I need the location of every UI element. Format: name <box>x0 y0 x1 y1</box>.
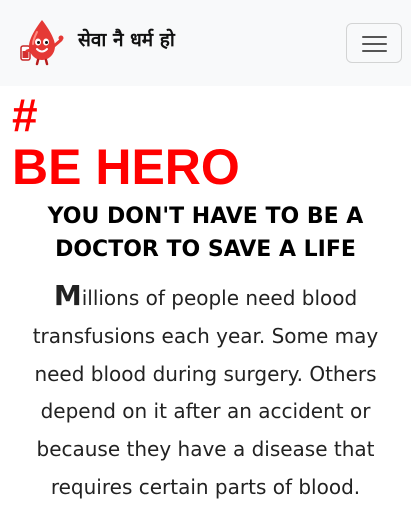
blood-drop-mascot-icon[interactable] <box>19 18 65 66</box>
tagline: YOU DON'T HAVE TO BE A DOCTOR TO SAVE A … <box>0 200 411 266</box>
tagline-line: DOCTOR TO SAVE A LIFE <box>55 237 356 262</box>
paragraph-line: need blood during surgery. Others <box>34 361 377 386</box>
paragraph-line: requires certain parts of blood. <box>50 474 361 499</box>
navbar: सेवा नै धर्म हो <box>0 0 411 86</box>
intro-paragraph: Millions of people need blood transfusio… <box>0 280 411 507</box>
drop-cap: M <box>53 279 82 312</box>
paragraph-line: transfusions each year. Some may <box>32 323 379 348</box>
hash-symbol: # <box>12 89 38 141</box>
paragraph-line: Millions of people need blood <box>0 280 411 318</box>
paragraph-line: because they have a disease that <box>36 437 375 462</box>
navbar-toggler-button[interactable] <box>346 23 402 63</box>
paragraph-line: depend on it after an accident or <box>40 399 371 424</box>
brand-name[interactable]: सेवा नै धर्म हो <box>78 26 175 52</box>
paragraph-first-line: illions of people need blood <box>81 286 358 310</box>
hero-title: BE HERO <box>12 139 240 195</box>
tagline-line: YOU DON'T HAVE TO BE A <box>47 204 364 229</box>
